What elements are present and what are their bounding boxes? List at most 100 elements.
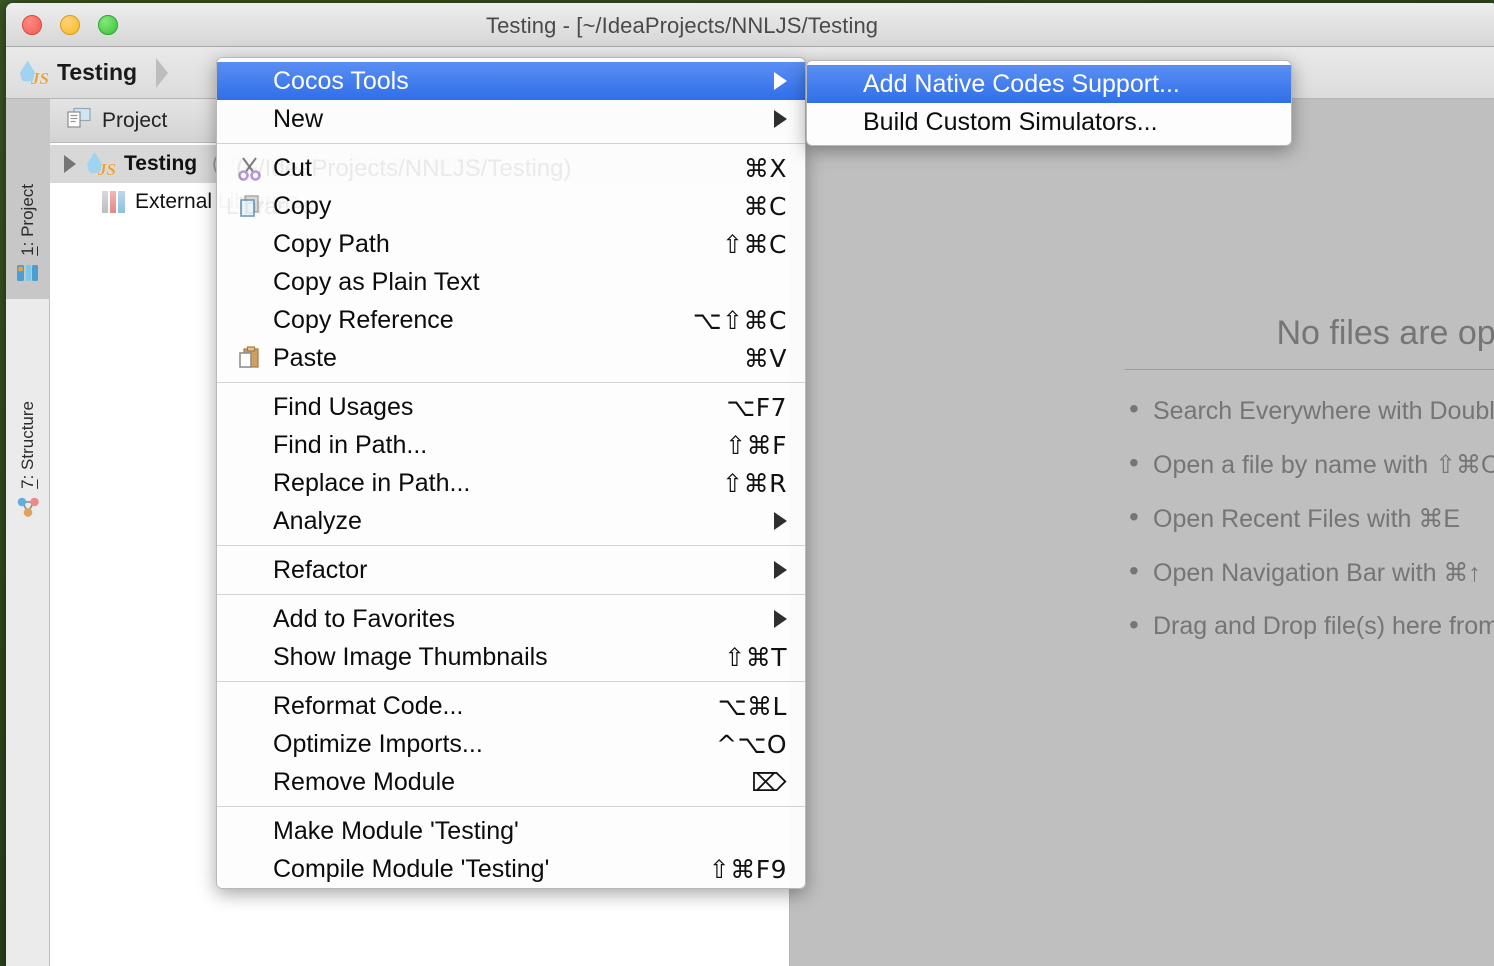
breadcrumb-label: Testing: [57, 59, 137, 86]
menu-item-shortcut: ⇧⌘T: [724, 643, 787, 672]
menu-item-shortcut: ⌥⌘L: [718, 692, 787, 721]
menu-item-label: Refactor: [273, 556, 367, 585]
screen: Testing - [~/IdeaProjects/NNLJS/Testing …: [0, 0, 1494, 966]
chevron-right-icon: [156, 58, 168, 88]
empty-editor-hints: Search Everywhere with Double ⇧ Open a f…: [1125, 396, 1494, 641]
js-module-icon: JS: [20, 59, 48, 87]
menu-item-cocos-tools[interactable]: Cocos Tools: [217, 62, 805, 100]
menu-item-label: Copy Path: [273, 230, 390, 259]
menu-item-label: Build Custom Simulators...: [863, 108, 1158, 137]
menu-item-label: Copy: [273, 192, 331, 221]
menu-item-label: New: [273, 105, 323, 134]
sidebar-item-structure-label: 7: Structure: [18, 401, 38, 489]
menu-item-new[interactable]: New: [217, 100, 805, 138]
list-item: Open Navigation Bar with ⌘↑: [1125, 558, 1494, 588]
project-tool-icon: [16, 262, 40, 289]
list-item: Open Recent Files with ⌘E: [1125, 504, 1494, 534]
list-item: Drag and Drop file(s) here from Finder: [1125, 612, 1494, 641]
menu-item-shortcut: ⇧⌘R: [722, 469, 787, 498]
menu-item-build-custom-simulators[interactable]: Build Custom Simulators...: [807, 103, 1291, 141]
menu-item-shortcut: ⇧⌘F: [725, 431, 787, 460]
menu-item-label: Add Native Codes Support...: [863, 70, 1180, 99]
menu-item-remove-module[interactable]: Remove Module ⌦: [217, 763, 805, 801]
menu-item-copy-path[interactable]: Copy Path ⇧⌘C: [217, 225, 805, 263]
menu-separator: [217, 806, 805, 807]
menu-item-cut[interactable]: Cut ⌘X: [217, 149, 805, 187]
menu-item-make-module[interactable]: Make Module 'Testing': [217, 812, 805, 850]
scissors-icon: [231, 155, 269, 181]
menu-item-label: Remove Module: [273, 768, 455, 797]
empty-editor-message: No files are open Search Everywhere with…: [1125, 314, 1494, 665]
menu-item-shortcut: ⌥F7: [726, 393, 787, 422]
menu-item-paste[interactable]: Paste ⌘V: [217, 339, 805, 377]
structure-tool-icon: [15, 495, 41, 524]
menu-item-shortcut: ⌥⇧⌘C: [693, 306, 787, 335]
menu-item-reformat-code[interactable]: Reformat Code... ⌥⌘L: [217, 687, 805, 725]
copy-icon: [231, 193, 269, 219]
menu-item-label: Make Module 'Testing': [273, 817, 519, 846]
menu-item-label: Find Usages: [273, 393, 413, 422]
menu-item-add-to-favorites[interactable]: Add to Favorites: [217, 600, 805, 638]
menu-separator: [217, 382, 805, 383]
menu-separator: [217, 545, 805, 546]
chevron-right-icon[interactable]: [64, 155, 76, 173]
menu-item-add-native-codes-support[interactable]: Add Native Codes Support...: [807, 65, 1291, 103]
menu-item-replace-in-path[interactable]: Replace in Path... ⇧⌘R: [217, 464, 805, 502]
empty-editor-title: No files are open: [1125, 314, 1494, 370]
menu-item-label: Reformat Code...: [273, 692, 463, 721]
libraries-icon: [102, 191, 126, 213]
menu-item-analyze[interactable]: Analyze: [217, 502, 805, 540]
menu-item-label: Replace in Path...: [273, 469, 470, 498]
menu-item-shortcut: ⇧⌘F9: [709, 855, 787, 884]
menu-item-label: Copy Reference: [273, 306, 454, 335]
submenu-arrow-icon: [774, 72, 787, 90]
menu-separator: [217, 594, 805, 595]
tree-item-label: Testing: [124, 152, 197, 176]
menu-item-label: Cut: [273, 154, 312, 183]
menu-separator: [217, 143, 805, 144]
list-item: Search Everywhere with Double ⇧: [1125, 396, 1494, 426]
project-panel-title: Project: [102, 109, 167, 133]
clipboard-icon: [231, 345, 269, 371]
menu-item-label: Cocos Tools: [273, 67, 409, 96]
menu-item-label: Find in Path...: [273, 431, 427, 460]
breadcrumb-project[interactable]: JS Testing: [6, 47, 168, 98]
left-tool-stripe: 1: Project 7: Structure: [6, 99, 50, 966]
menu-separator: [217, 681, 805, 682]
menu-item-find-in-path[interactable]: Find in Path... ⇧⌘F: [217, 426, 805, 464]
title-bar: Testing - [~/IdeaProjects/NNLJS/Testing: [6, 3, 1494, 47]
cocos-tools-submenu[interactable]: Add Native Codes Support... Build Custom…: [806, 60, 1292, 146]
menu-item-find-usages[interactable]: Find Usages ⌥F7: [217, 388, 805, 426]
project-window-icon: [66, 107, 92, 134]
menu-item-compile-module[interactable]: Compile Module 'Testing' ⇧⌘F9: [217, 850, 805, 888]
menu-item-shortcut: ⌘X: [744, 154, 787, 183]
menu-item-copy[interactable]: Copy ⌘C: [217, 187, 805, 225]
submenu-arrow-icon: [774, 610, 787, 628]
menu-item-label: Analyze: [273, 507, 362, 536]
menu-item-label: Paste: [273, 344, 337, 373]
list-item: Open a file by name with ⇧⌘O: [1125, 450, 1494, 480]
menu-item-shortcut: ⌦: [751, 768, 787, 797]
sidebar-item-structure[interactable]: 7: Structure: [6, 304, 50, 534]
menu-item-refactor[interactable]: Refactor: [217, 551, 805, 589]
menu-item-show-image-thumbnails[interactable]: Show Image Thumbnails ⇧⌘T: [217, 638, 805, 676]
window-title: Testing - [~/IdeaProjects/NNLJS/Testing: [6, 13, 1494, 39]
sidebar-item-project-label: 1: Project: [18, 184, 38, 256]
menu-item-copy-as-plain-text[interactable]: Copy as Plain Text: [217, 263, 805, 301]
submenu-arrow-icon: [774, 512, 787, 530]
menu-item-label: Optimize Imports...: [273, 730, 483, 759]
menu-item-optimize-imports[interactable]: Optimize Imports... ^⌥O: [217, 725, 805, 763]
context-menu[interactable]: Cocos Tools New Cut ⌘X: [216, 57, 806, 889]
menu-item-shortcut: ^⌥O: [716, 730, 787, 759]
menu-item-shortcut: ⌘V: [744, 344, 787, 373]
submenu-arrow-icon: [774, 561, 787, 579]
menu-item-label: Compile Module 'Testing': [273, 855, 549, 884]
menu-item-label: Show Image Thumbnails: [273, 643, 548, 672]
menu-item-shortcut: ⇧⌘C: [722, 230, 787, 259]
js-module-icon: JS: [87, 150, 115, 178]
sidebar-item-project[interactable]: 1: Project: [6, 99, 50, 299]
editor-area: No files are open Search Everywhere with…: [790, 99, 1494, 966]
menu-item-label: Add to Favorites: [273, 605, 455, 634]
menu-item-shortcut: ⌘C: [744, 192, 787, 221]
menu-item-copy-reference[interactable]: Copy Reference ⌥⇧⌘C: [217, 301, 805, 339]
